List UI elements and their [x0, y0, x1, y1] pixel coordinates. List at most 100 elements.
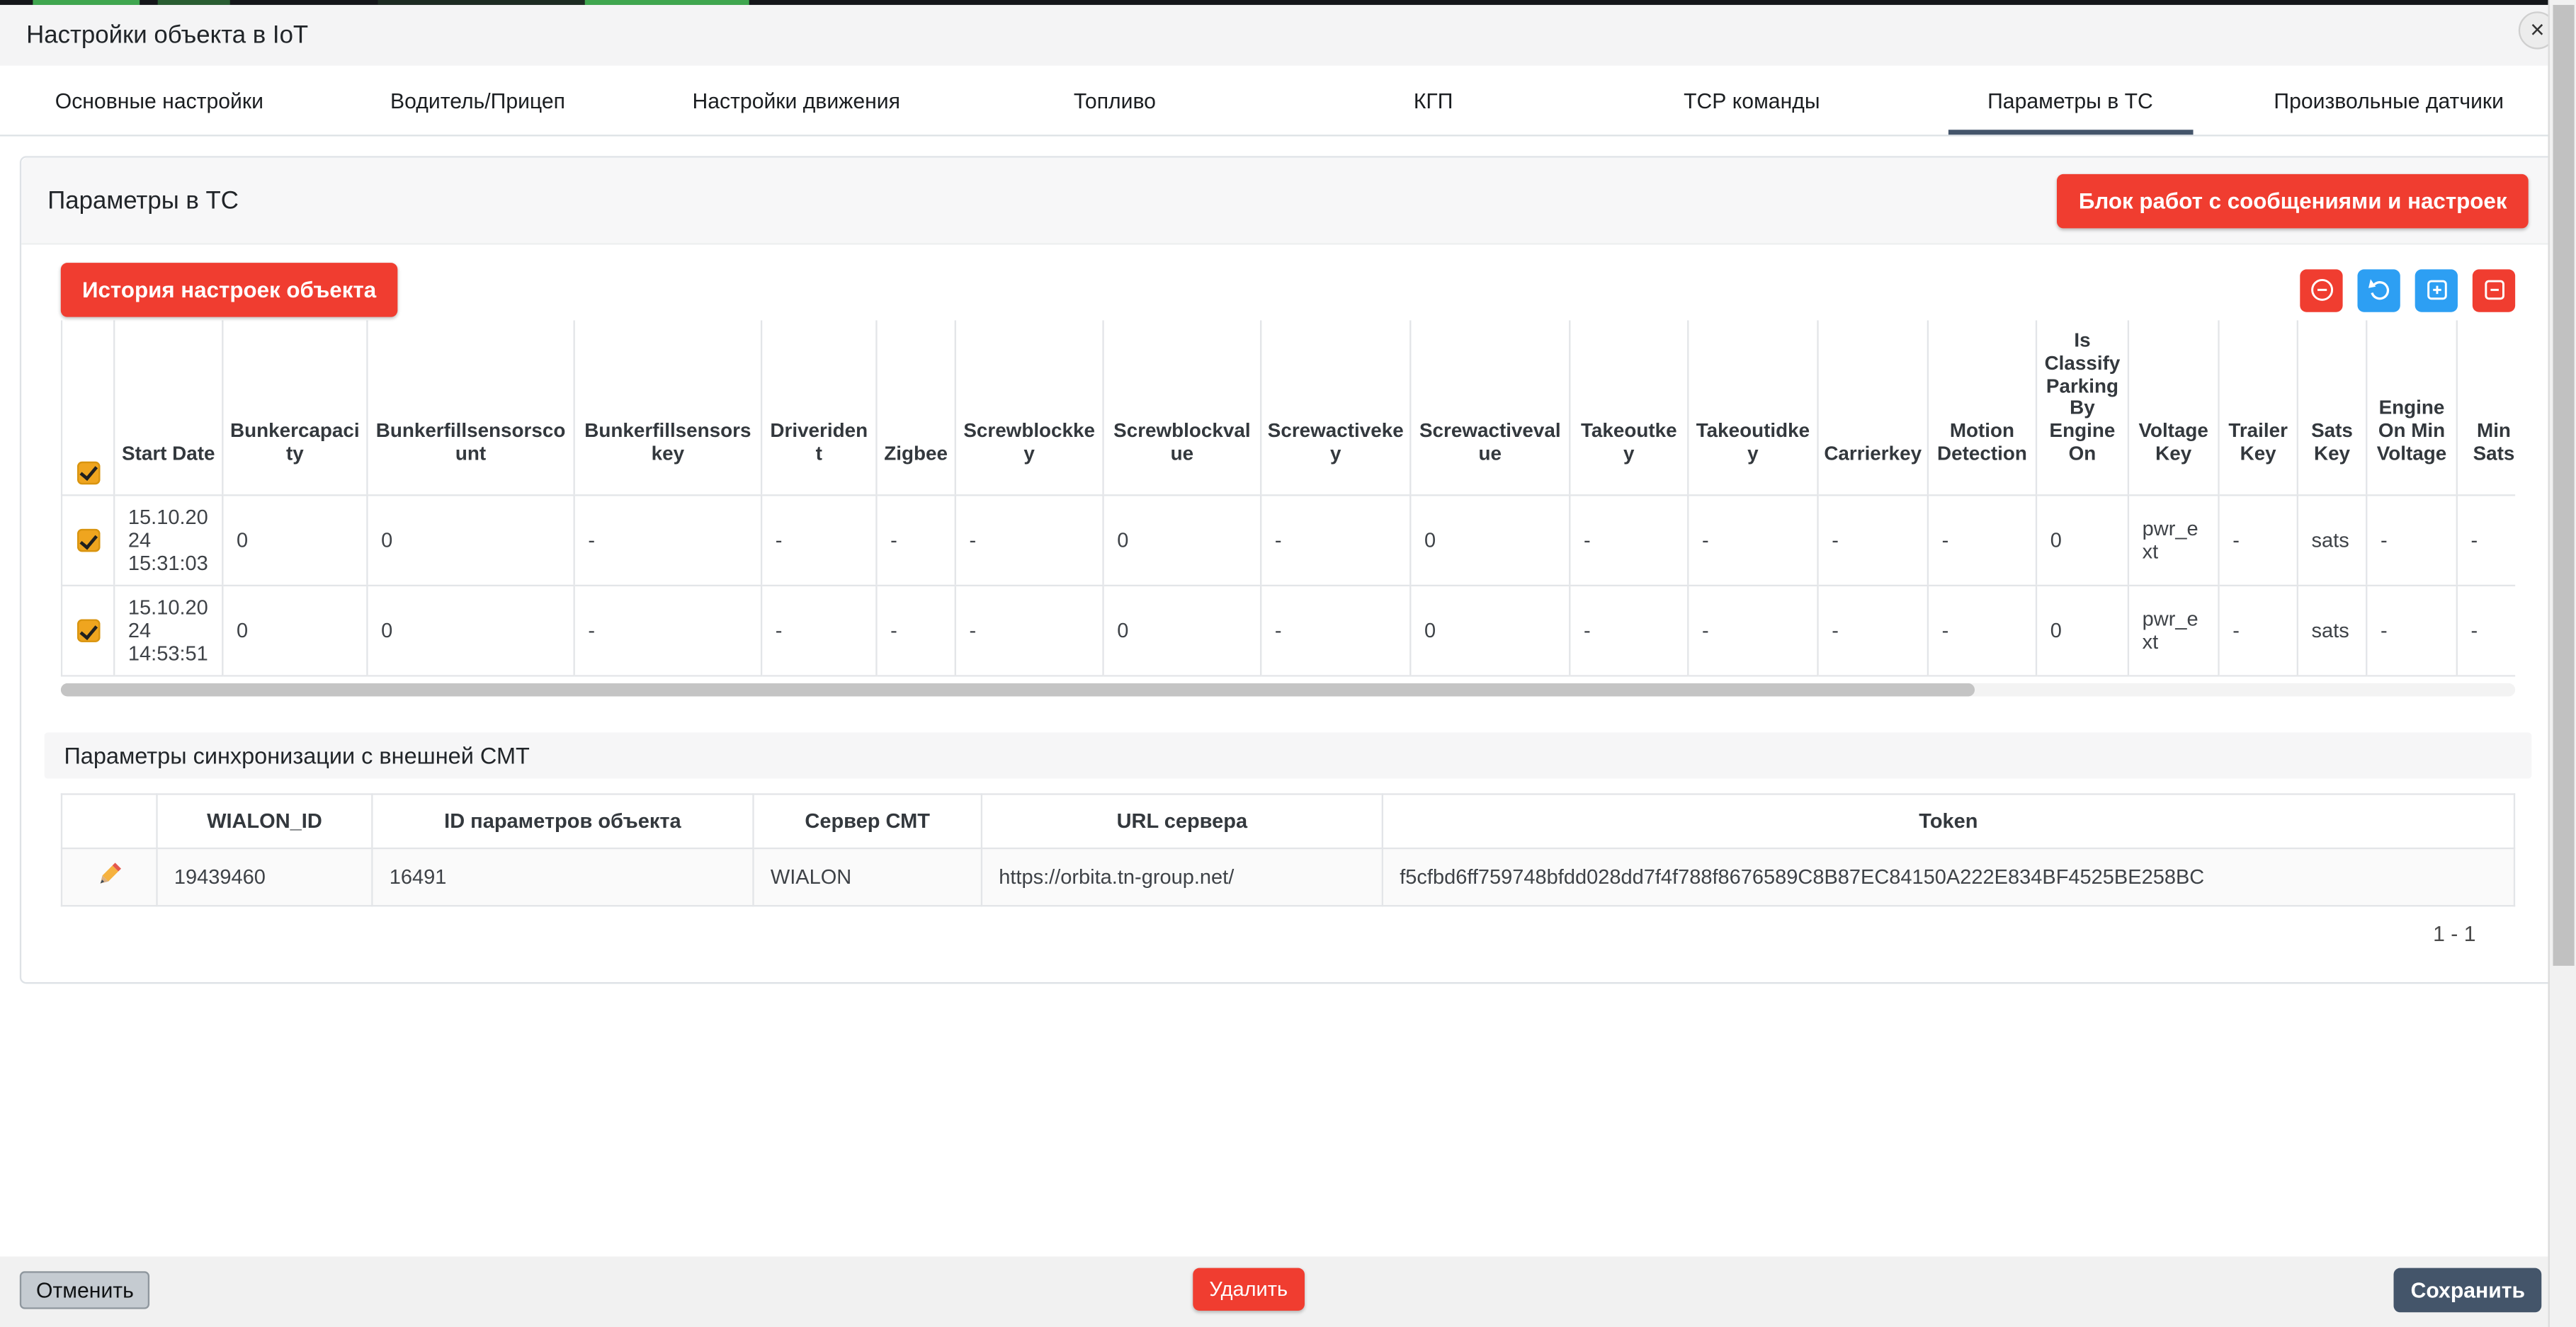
panel-title: Параметры в ТС — [47, 186, 239, 214]
sync-column-header-5: Token — [1383, 794, 2514, 848]
tab-4[interactable]: Топливо — [955, 66, 1274, 135]
vt-cell-r1-c17: - — [2218, 495, 2297, 586]
vt-column-header-20: Min Sats — [2457, 320, 2515, 495]
toolbar-icon-buttons — [2300, 268, 2515, 311]
vt-cell-r2-c12: - — [1688, 585, 1817, 676]
vt-cell-r2-c7: - — [955, 585, 1103, 676]
vt-cell-r1-c7: - — [955, 495, 1103, 586]
footer-bar: Отменить Удалить Сохранить — [0, 1256, 2548, 1327]
vt-cell-r2-c19: - — [2366, 585, 2457, 676]
vt-column-header-1: Start Date — [114, 320, 222, 495]
undo-icon[interactable] — [2357, 268, 2400, 311]
pencil-icon[interactable] — [62, 848, 157, 906]
vt-column-header-19: Engine On Min Voltage — [2366, 320, 2457, 495]
vt-row-1: 15.10.2024 15:31:0300----0-0----0pwr_ext… — [62, 495, 2515, 586]
panel-body: История настроек объекта Start DateBunke… — [21, 263, 2555, 981]
vt-column-header-16: Voltage Key — [2128, 320, 2219, 495]
vertical-scrollbar-thumb[interactable] — [2553, 5, 2575, 966]
vt-cell-r1-c13: - — [1818, 495, 1928, 586]
vt-column-header-8: Screwblockvalue — [1103, 320, 1261, 495]
delete-button[interactable]: Удалить — [1193, 1268, 1304, 1311]
vt-cell-r2-c6: - — [876, 585, 955, 676]
vt-cell-r2-c8: 0 — [1103, 585, 1261, 676]
tab-3[interactable]: Настройки движения — [637, 66, 955, 135]
vt-cell-r2-c13: - — [1818, 585, 1928, 676]
select-all-cell — [62, 320, 114, 495]
vt-cell-r1-c2: 0 — [222, 495, 367, 586]
vt-cell-r1-c10: 0 — [1410, 495, 1570, 586]
vt-cell-r2-c10: 0 — [1410, 585, 1570, 676]
vt-cell-r1-c3: 0 — [367, 495, 574, 586]
sync-table-header-row: WIALON_IDID параметров объектаСервер СМТ… — [62, 794, 2514, 848]
vt-column-header-3: Bunkerfillsensorscount — [367, 320, 574, 495]
vt-cell-r2-c5: - — [761, 585, 876, 676]
table-toolbar: История настроек объекта — [61, 263, 2515, 317]
horizontal-scrollbar-thumb[interactable] — [61, 683, 1975, 696]
sync-cell-r1-c5: f5cfbd6ff759748bfdd028dd7f4f788f8676589C… — [1383, 848, 2514, 906]
sync-cell-r1-c2: 16491 — [372, 848, 753, 906]
square-plus-icon[interactable] — [2415, 268, 2458, 311]
sync-table-wrap: WIALON_IDID параметров объектаСервер СМТ… — [61, 793, 2515, 906]
vt-column-header-6: Zigbee — [876, 320, 955, 495]
sync-column-header-1: WIALON_ID — [157, 794, 373, 848]
vt-cell-r1-c6: - — [876, 495, 955, 586]
vt-cell-r1-c16: pwr_ext — [2128, 495, 2219, 586]
cancel-button[interactable]: Отменить — [20, 1271, 150, 1309]
vt-cell-r2-c18: sats — [2298, 585, 2366, 676]
circle-minus-icon[interactable] — [2300, 268, 2342, 311]
vt-column-header-11: Takeoutkey — [1570, 320, 1688, 495]
tab-7[interactable]: Параметры в ТС — [1911, 66, 2230, 135]
object-settings-history-button[interactable]: История настроек объекта — [61, 263, 397, 317]
sync-column-header-2: ID параметров объекта — [372, 794, 753, 848]
vt-column-header-9: Screwactivekey — [1261, 320, 1410, 495]
vt-cell-r2-c2: 0 — [222, 585, 367, 676]
vt-column-header-5: Driverident — [761, 320, 876, 495]
vt-cell-r1-c11: - — [1570, 495, 1688, 586]
tab-bar: Основные настройкиВодитель/ПрицепНастрой… — [0, 66, 2548, 137]
select-all-checkbox[interactable] — [76, 461, 99, 484]
vt-column-header-14: Motion Detection — [1928, 320, 2036, 495]
sync-column-header-4: URL сервера — [982, 794, 1383, 848]
vt-column-header-4: Bunkerfillsensorskey — [574, 320, 761, 495]
vt-row-checkbox-cell — [62, 495, 114, 586]
sync-section-header: Параметры синхронизации с внешней СМТ — [45, 732, 2532, 778]
sync-row-1: 1943946016491WIALONhttps://orbita.tn-gro… — [62, 848, 2514, 906]
vt-row-2: 15.10.2024 14:53:5100----0-0----0pwr_ext… — [62, 585, 2515, 676]
tab-label: ТСР команды — [1644, 67, 1859, 135]
messages-settings-block-button[interactable]: Блок работ с сообщениями и настроек — [2058, 173, 2529, 228]
background-page-strip — [0, 0, 2548, 5]
vehicle-params-table: Start DateBunkercapacityBunkerfillsensor… — [61, 320, 2515, 676]
vt-cell-r1-c15: 0 — [2036, 495, 2128, 586]
vt-cell-r1-c20: - — [2457, 495, 2515, 586]
tab-6[interactable]: ТСР команды — [1592, 66, 1911, 135]
vt-cell-r2-c4: - — [574, 585, 761, 676]
vt-cell-r2-c15: 0 — [2036, 585, 2128, 676]
row-checkbox[interactable] — [76, 529, 99, 552]
modal-settings-iot: Настройки объекта в IoT × Основные настр… — [0, 0, 2576, 1327]
vt-cell-r1-c8: 0 — [1103, 495, 1261, 586]
sync-column-header-3: Сервер СМТ — [753, 794, 981, 848]
tab-1[interactable]: Основные настройки — [0, 66, 319, 135]
vt-cell-r2-c17: - — [2218, 585, 2297, 676]
sync-params-table: WIALON_IDID параметров объектаСервер СМТ… — [61, 793, 2515, 906]
vertical-scrollbar[interactable] — [2548, 0, 2576, 1327]
tab-8[interactable]: Произвольные датчики — [2230, 66, 2548, 135]
tab-2[interactable]: Водитель/Прицеп — [319, 66, 637, 135]
vt-cell-r1-c9: - — [1261, 495, 1410, 586]
horizontal-scrollbar[interactable] — [61, 683, 2515, 696]
save-button[interactable]: Сохранить — [2394, 1268, 2541, 1313]
vt-cell-r1-c5: - — [761, 495, 876, 586]
vehicle-params-panel: Параметры в ТС Блок работ с сообщениями … — [20, 156, 2556, 984]
vt-column-header-12: Takeoutidkey — [1688, 320, 1817, 495]
pagination: 1 - 1 — [45, 921, 2476, 946]
sync-cell-r1-c4: https://orbita.tn-group.net/ — [982, 848, 1383, 906]
tab-5[interactable]: КГП — [1274, 66, 1593, 135]
vt-cell-r1-c19: - — [2366, 495, 2457, 586]
sync-cell-r1-c1: 19439460 — [157, 848, 373, 906]
square-minus-icon[interactable] — [2473, 268, 2515, 311]
vt-column-header-15: Is Classify Parking By Engine On — [2036, 320, 2128, 495]
vt-cell-r2-c20: - — [2457, 585, 2515, 676]
tab-label: КГП — [1374, 67, 1492, 135]
sync-section-title: Параметры синхронизации с внешней СМТ — [64, 742, 529, 768]
row-checkbox[interactable] — [76, 620, 99, 642]
